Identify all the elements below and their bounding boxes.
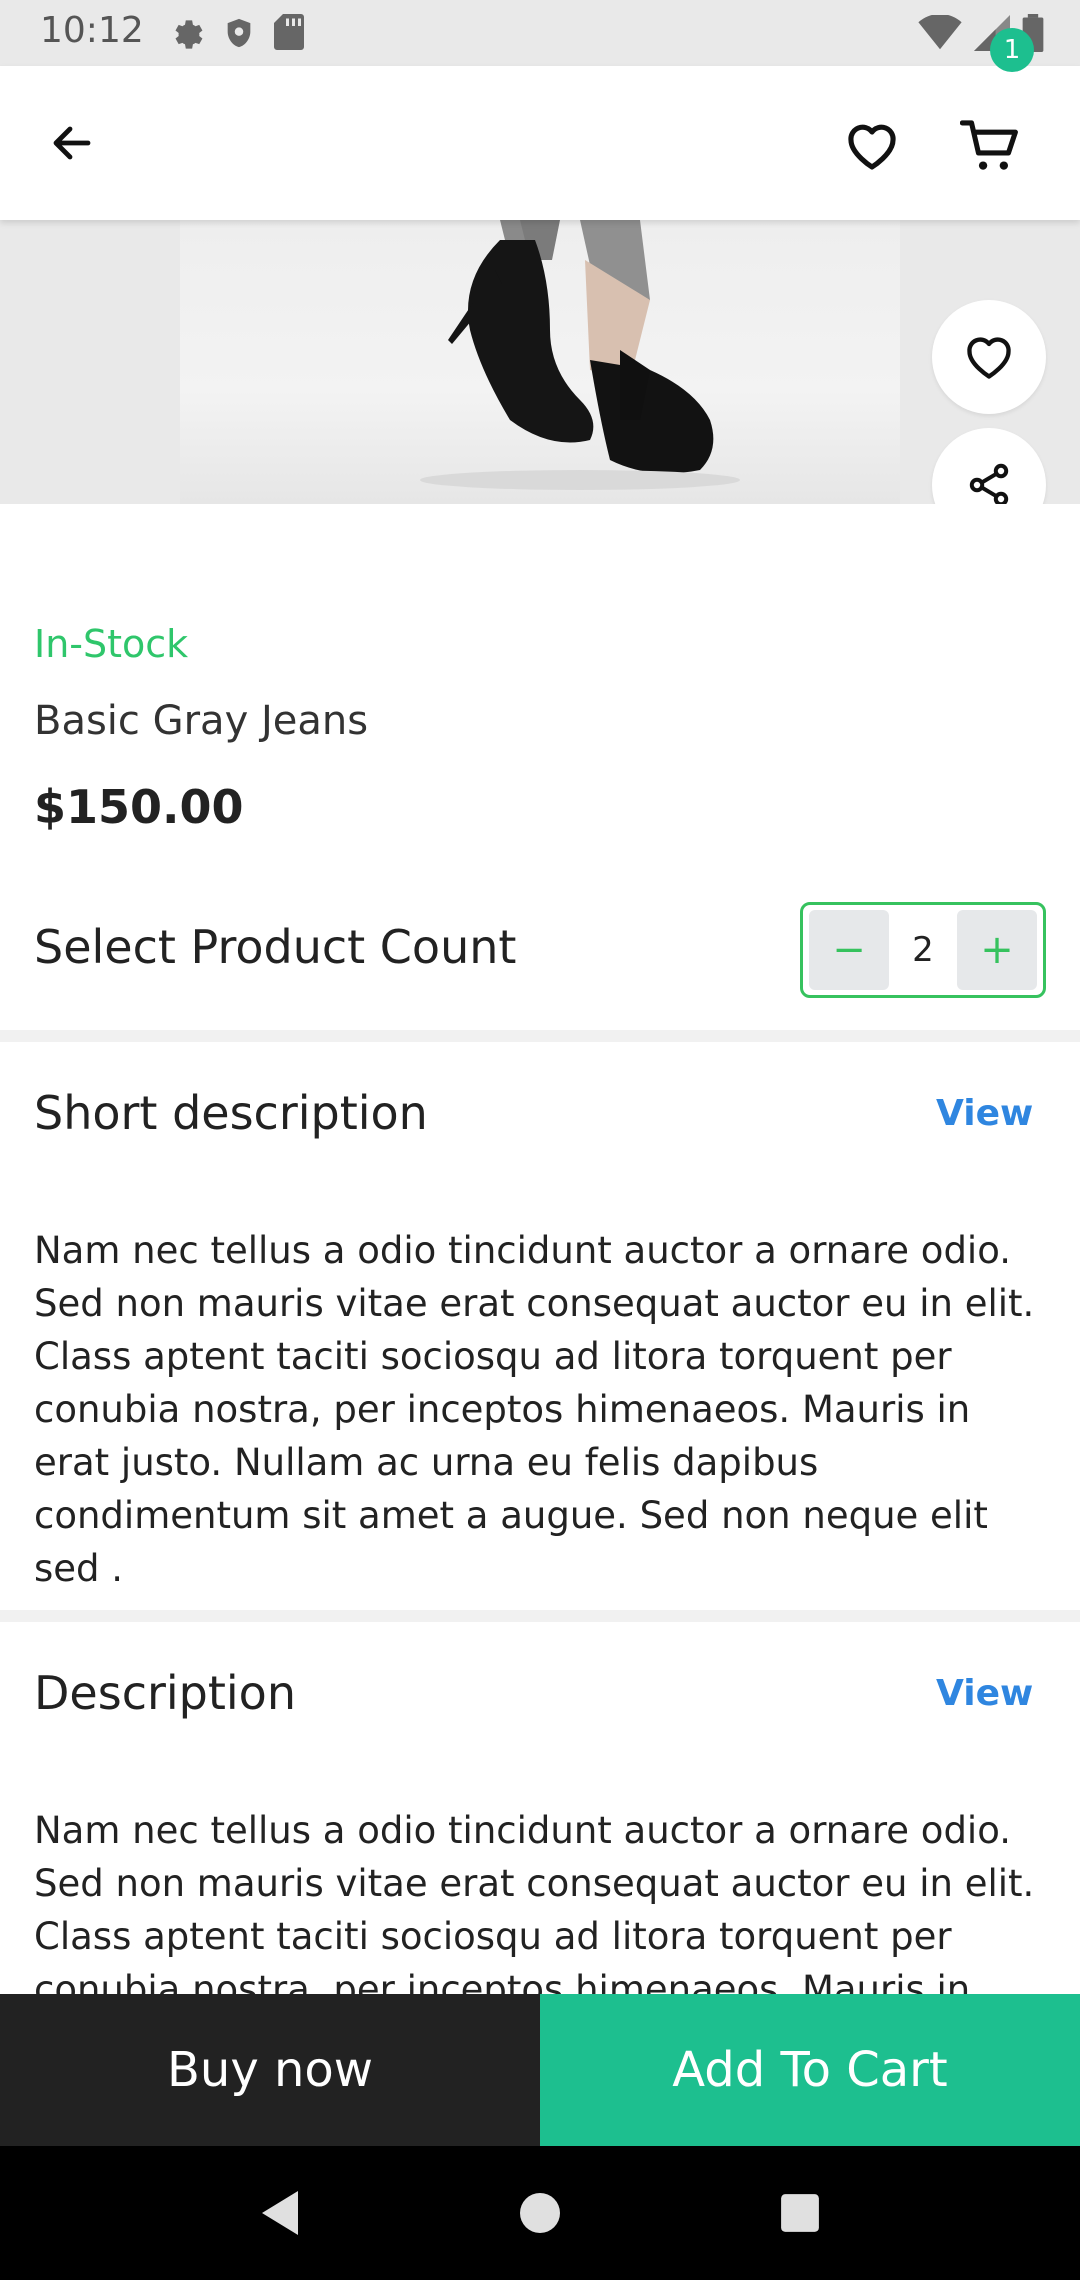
product-price: $150.00 [34,780,244,834]
short-description-text: Nam nec tellus a odio tincidunt auctor a… [34,1229,1035,1590]
heart-icon [967,337,1011,379]
product-name: Basic Gray Jeans [34,698,369,744]
status-icons-left [166,14,304,56]
cart-badge: 1 [990,28,1034,72]
wishlist-button[interactable] [840,114,904,178]
share-button[interactable] [932,428,1046,504]
product-count-label: Select Product Count [34,920,517,974]
back-button[interactable] [40,111,104,175]
description-view-link[interactable]: View [936,1673,1033,1714]
share-icon [969,463,1009,504]
status-time: 10:12 [40,10,144,51]
short-description-title: Short description [34,1086,428,1140]
back-triangle-icon [262,2191,298,2235]
back-arrow-icon [53,126,91,160]
shield-icon [222,14,256,56]
increment-button[interactable]: + [956,910,1037,990]
home-circle-icon [520,2193,560,2233]
add-to-cart-button[interactable]: Add To Cart [540,1994,1080,2146]
wifi-icon [918,13,962,55]
quantity-stepper: − 2 + [800,902,1046,998]
decrement-button[interactable]: − [809,910,889,990]
nav-recents-button[interactable] [770,2183,830,2243]
sd-card-icon [274,14,304,56]
product-image-area [0,220,1080,504]
hero-wishlist-button[interactable] [932,300,1046,414]
section-divider [0,1610,1080,1622]
nav-back-button[interactable] [250,2183,310,2243]
settings-icon [166,14,204,56]
description-text: Nam nec tellus a odio tincidunt auctor a… [34,1809,1035,1994]
system-nav-bar [0,2146,1080,2280]
quantity-value: 2 [912,930,934,970]
cart-button[interactable] [955,114,1025,178]
nav-home-button[interactable] [510,2183,570,2243]
bottom-action-bar: Buy now Add To Cart [0,1994,1080,2146]
buy-now-button[interactable]: Buy now [0,1994,540,2146]
stock-status: In-Stock [34,622,189,666]
status-bar: 10:12 [0,0,1080,66]
cart-icon [960,120,1018,170]
description-title: Description [34,1666,296,1720]
section-divider [0,1030,1080,1042]
recents-square-icon [781,2194,819,2232]
short-description-view-link[interactable]: View [936,1093,1033,1134]
heart-icon [848,124,896,170]
app-bar [0,66,1080,220]
product-photo[interactable] [180,220,900,504]
